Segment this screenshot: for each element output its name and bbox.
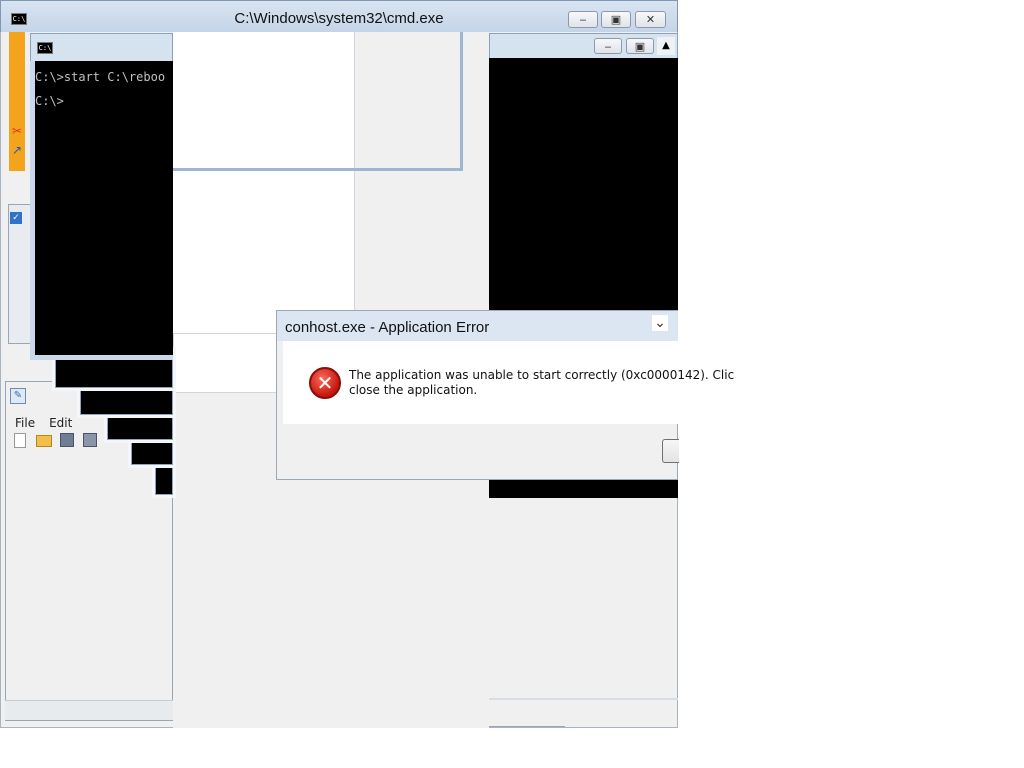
maximize-button[interactable]: ▣ (601, 11, 631, 28)
scroll-up-icon[interactable]: ▲ (657, 37, 675, 55)
notepad-status-bar (5, 700, 173, 720)
minimize-icon: ‒ (604, 39, 612, 53)
bottom-line (489, 726, 565, 727)
console-area[interactable]: C:\>start C:\reboo C:\> (35, 61, 173, 359)
inner-titlebar-right: ‒ ▣ ▲ (489, 33, 678, 58)
notepad-menu-bar: File Edit (15, 412, 86, 430)
error-dialog: conhost.exe - Application Error ⌄ ✕ The … (276, 310, 734, 480)
background-app-arrow-icon: ↗ (12, 143, 23, 157)
inner-cmd-window: C:\ (30, 33, 173, 61)
error-dialog-title: conhost.exe - Application Error (285, 319, 490, 336)
error-x-icon: ✕ (309, 367, 341, 399)
open-folder-icon[interactable] (36, 435, 52, 447)
close-button[interactable]: ✕ (635, 11, 666, 28)
close-icon: ✕ (645, 13, 656, 26)
maximize-icon: ▣ (610, 13, 622, 26)
error-dialog-titlebar: conhost.exe - Application Error ⌄ (277, 311, 678, 341)
checkbox-icon: ✓ (10, 212, 22, 224)
error-message-line-2: close the application. (349, 383, 478, 397)
inner-minimize-button[interactable]: ‒ (594, 38, 622, 54)
minimize-button[interactable]: ‒ (568, 11, 598, 28)
chevron-down-icon[interactable]: ⌄ (652, 315, 668, 331)
minimize-icon: ‒ (579, 13, 587, 26)
bottom-divider (489, 698, 678, 700)
error-dialog-body: ✕ The application was unable to start co… (283, 341, 734, 424)
console-bottom-border (30, 355, 173, 360)
inner-cmd-app-icon: C:\ (37, 42, 53, 54)
console-line-2: C:\> (35, 94, 64, 108)
ok-button[interactable] (662, 439, 679, 463)
background-white-pane (173, 31, 355, 333)
background-app-tool-icon: ✂ (12, 124, 23, 138)
save-all-icon[interactable] (83, 433, 97, 447)
menu-file[interactable]: File (15, 416, 35, 430)
maximize-icon: ▣ (634, 39, 646, 53)
background-window-edge (460, 31, 463, 171)
new-file-icon[interactable] (14, 433, 26, 448)
save-icon[interactable] (60, 433, 74, 447)
console-line-1: C:\>start C:\reboo (35, 70, 166, 84)
inner-maximize-button[interactable]: ▣ (626, 38, 654, 54)
cmd-window: C:\ C:\Windows\system32\cmd.exe ‒ ▣ ✕ (0, 0, 678, 32)
error-message-line-1: The application was unable to start corr… (349, 368, 735, 382)
notepad-icon: ✎ (10, 388, 26, 404)
menu-edit[interactable]: Edit (49, 416, 72, 430)
background-window-edge-bottom (173, 168, 463, 171)
